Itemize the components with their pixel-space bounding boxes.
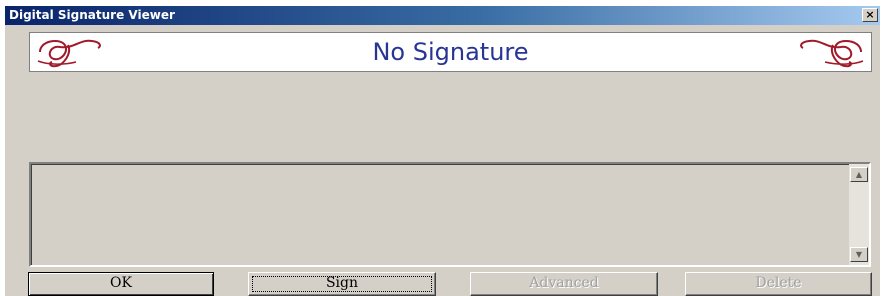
ok-button[interactable]: OK (28, 272, 214, 296)
scroll-up-icon[interactable]: ▲ (850, 167, 868, 182)
signature-flourish-right-icon (800, 39, 864, 68)
signature-status-text: No Signature (372, 38, 529, 66)
sign-button[interactable]: Sign (248, 272, 436, 296)
advanced-button[interactable]: Advanced (470, 272, 658, 296)
window-title: Digital Signature Viewer (9, 8, 175, 22)
signature-viewer-dialog: Digital Signature Viewer × No Signature … (5, 6, 880, 296)
close-button[interactable]: × (862, 8, 878, 22)
details-scrollbar[interactable]: ▲ ▼ (849, 164, 869, 265)
focus-rectangle (252, 276, 432, 292)
title-bar[interactable]: Digital Signature Viewer × (5, 6, 880, 25)
scroll-down-icon[interactable]: ▼ (850, 247, 868, 262)
signature-details-textarea[interactable]: ▲ ▼ (29, 162, 871, 267)
signature-status-banner: No Signature (29, 32, 872, 72)
delete-button[interactable]: Delete (685, 272, 872, 296)
